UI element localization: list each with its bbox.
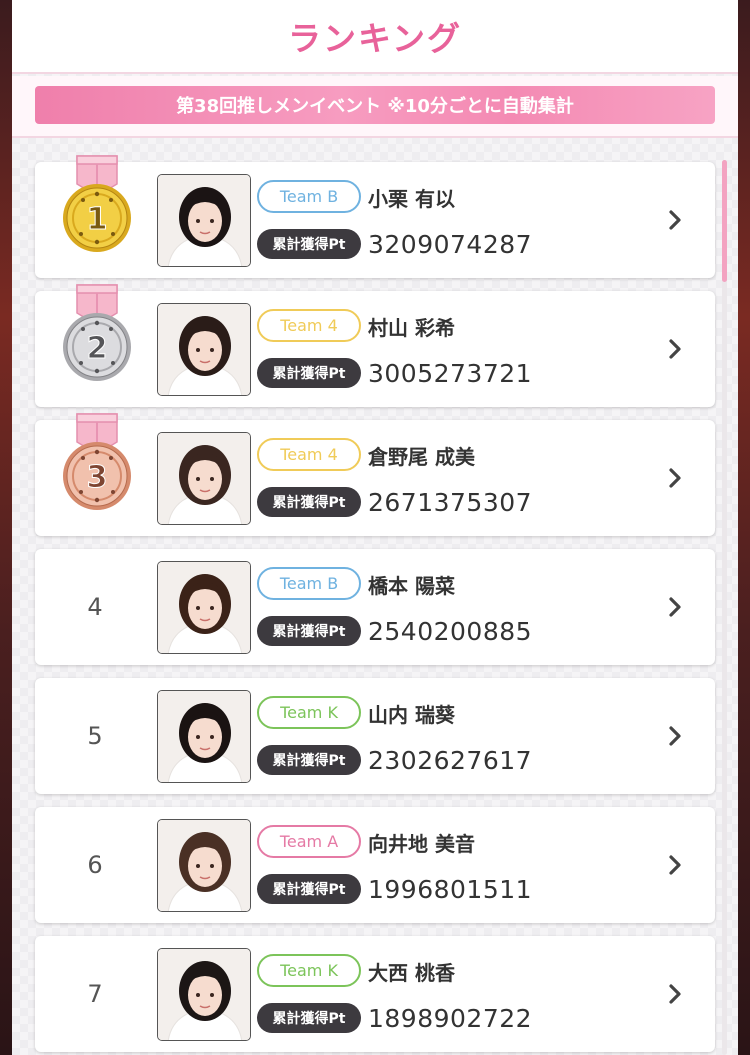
points-value: 3209074287 [368,229,533,259]
bronze-medal-icon: 3 [59,412,135,516]
team-badge: Team A [257,825,361,858]
member-photo [157,432,251,525]
member-photo [157,690,251,783]
scrollbar[interactable] [722,160,727,1055]
chevron-right-icon[interactable] [663,980,687,1008]
chevron-right-icon[interactable] [663,464,687,492]
scrollbar-thumb[interactable] [722,160,727,282]
points-value: 3005273721 [368,358,533,388]
points-label: 累計獲得Pt [257,487,361,517]
points-label: 累計獲得Pt [257,745,361,775]
svg-text:2: 2 [87,331,108,366]
rank-number: 4 [87,593,103,621]
rank-number: 7 [87,980,103,1008]
gold-medal-icon: 1 [59,154,135,258]
ranking-row[interactable]: 4 Team B 橋本 陽菜 累計獲得Pt 2540200885 [35,549,715,665]
member-photo [157,303,251,396]
ranking-row[interactable]: 2 Team 4 村山 彩希 累計獲得Pt 3005273721 [35,284,715,407]
team-badge: Team B [257,180,361,213]
member-name: 向井地 美音 [368,831,475,856]
rank-number: 5 [87,722,103,750]
points-value: 1996801511 [368,874,533,904]
team-badge: Team 4 [257,438,361,471]
member-name: 小栗 有以 [368,186,455,211]
ranking-header: ランキング [12,0,738,74]
points-value: 2302627617 [368,745,533,775]
chevron-right-icon[interactable] [663,851,687,879]
member-name: 大西 桃香 [368,960,455,985]
rank-number: 6 [87,851,103,879]
points-value: 1898902722 [368,1003,533,1033]
points-label: 累計獲得Pt [257,1003,361,1033]
member-photo [157,174,251,267]
member-name: 村山 彩希 [368,315,455,340]
chevron-right-icon[interactable] [663,335,687,363]
silver-medal-icon: 2 [59,283,135,387]
chevron-right-icon[interactable] [663,593,687,621]
points-label: 累計獲得Pt [257,616,361,646]
ranking-panel: ランキング 第38回推しメンイベント ※10分ごとに自動集計 1 Team B … [12,0,738,1055]
member-name: 倉野尾 成美 [368,444,475,469]
member-name: 橋本 陽菜 [368,573,455,598]
member-name: 山内 瑞葵 [368,702,455,727]
page-title: ランキング [287,19,462,58]
member-photo [157,561,251,654]
svg-text:1: 1 [87,202,108,237]
points-label: 累計獲得Pt [257,229,361,259]
ranking-row[interactable]: 3 Team 4 倉野尾 成美 累計獲得Pt 2671375307 [35,413,715,536]
points-value: 2540200885 [368,616,533,646]
chevron-right-icon[interactable] [663,722,687,750]
team-badge: Team K [257,954,361,987]
team-badge: Team K [257,696,361,729]
team-badge: Team B [257,567,361,600]
event-banner-area: 第38回推しメンイベント ※10分ごとに自動集計 [12,76,738,138]
points-label: 累計獲得Pt [257,358,361,388]
event-banner: 第38回推しメンイベント ※10分ごとに自動集計 [35,86,715,124]
ranking-row[interactable]: 5 Team K 山内 瑞葵 累計獲得Pt 2302627617 [35,678,715,794]
points-value: 2671375307 [368,487,533,517]
points-label: 累計獲得Pt [257,874,361,904]
chevron-right-icon[interactable] [663,206,687,234]
svg-text:3: 3 [87,460,108,495]
background-right-edge [736,0,750,1055]
member-photo [157,819,251,912]
member-photo [157,948,251,1041]
ranking-row[interactable]: 7 Team K 大西 桃香 累計獲得Pt 1898902722 [35,936,715,1052]
ranking-row[interactable]: 1 Team B 小栗 有以 累計獲得Pt 3209074287 [35,155,715,278]
team-badge: Team 4 [257,309,361,342]
ranking-row[interactable]: 6 Team A 向井地 美音 累計獲得Pt 1996801511 [35,807,715,923]
